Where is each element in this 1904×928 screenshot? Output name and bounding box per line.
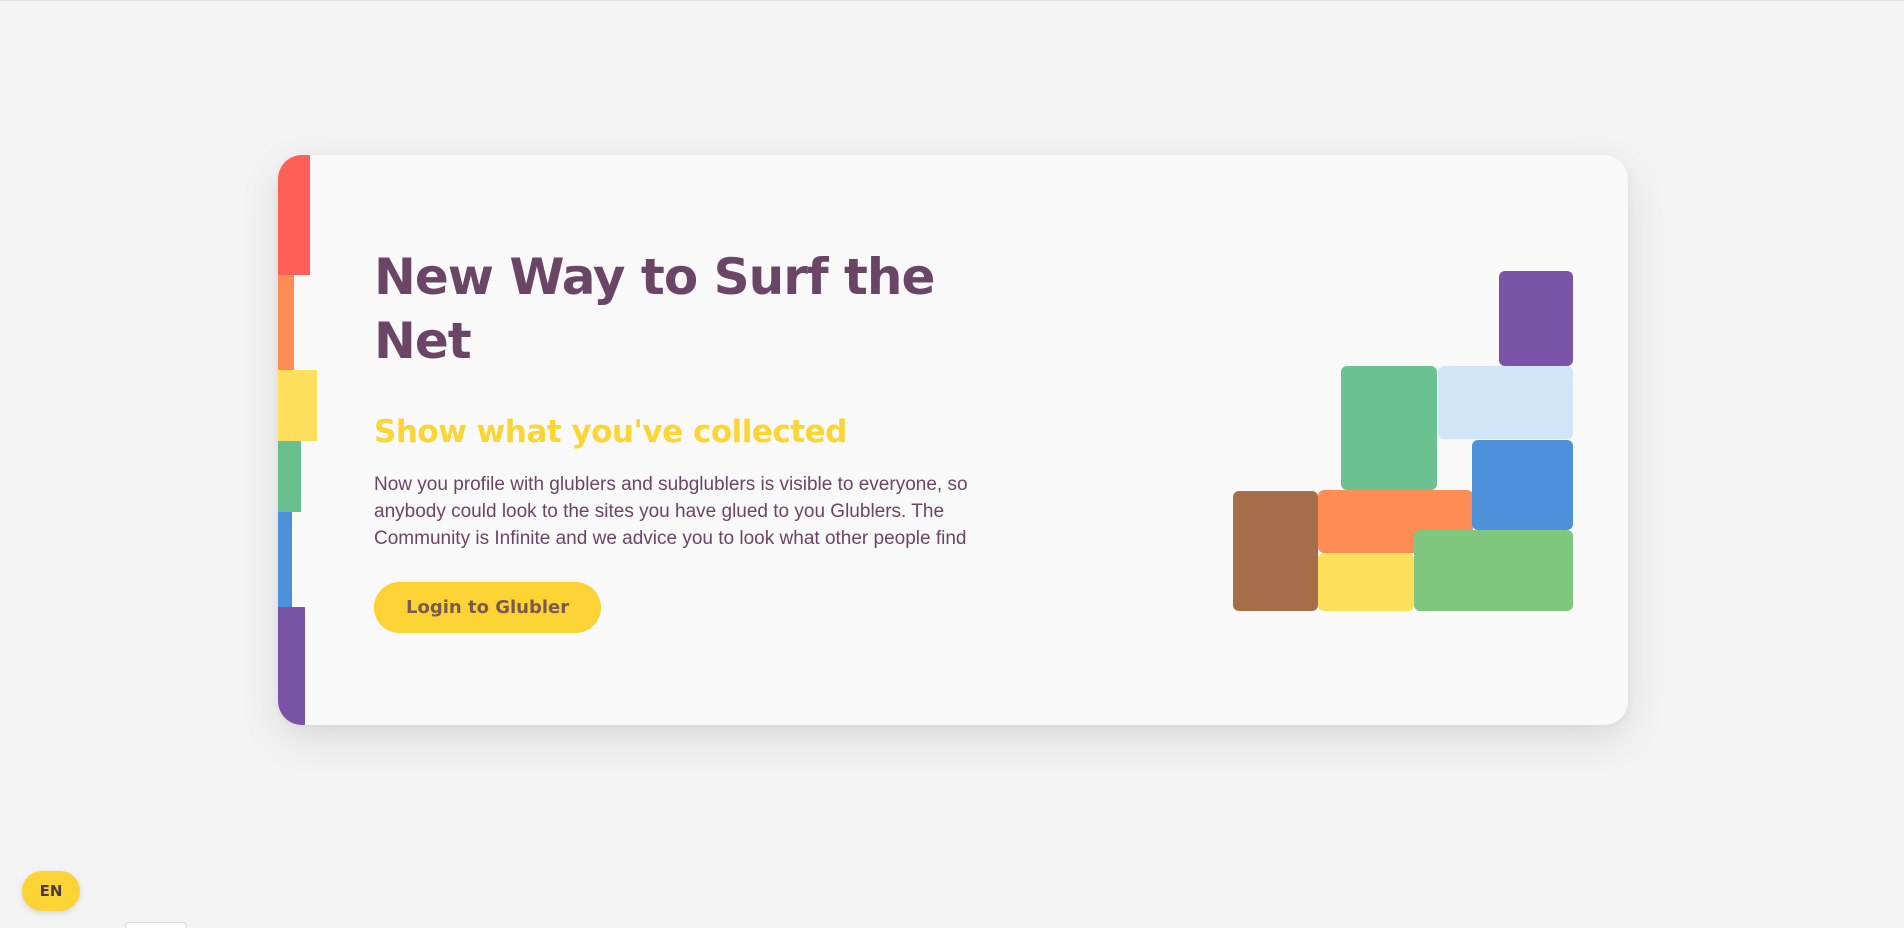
hero-description: Now you profile with glublers and subglu… <box>374 474 968 549</box>
bottom-tab-fragment <box>125 922 187 928</box>
stripe-yellow <box>278 370 317 441</box>
block-purple <box>1499 271 1573 366</box>
stripe-red <box>278 155 310 275</box>
hero-content: New Way to Surf the Net Show what you've… <box>374 245 1014 633</box>
block-light-green <box>1414 530 1573 611</box>
block-green <box>1341 366 1437 490</box>
language-switcher-button[interactable]: EN <box>22 871 80 911</box>
hero-title: New Way to Surf the Net <box>374 248 935 370</box>
hero-subtitle: Show what you've collected <box>374 414 847 450</box>
block-brown <box>1233 491 1318 611</box>
stripe-orange <box>278 275 294 370</box>
top-divider <box>0 0 1904 1</box>
stripe-green <box>278 441 301 512</box>
login-button[interactable]: Login to Glubler <box>374 582 602 633</box>
hero-card: New Way to Surf the Net Show what you've… <box>278 155 1628 725</box>
block-blue <box>1472 440 1573 530</box>
stripe-blue <box>278 512 292 607</box>
stripe-purple <box>278 607 305 725</box>
block-light-blue <box>1438 366 1573 439</box>
block-yellow <box>1318 553 1414 611</box>
